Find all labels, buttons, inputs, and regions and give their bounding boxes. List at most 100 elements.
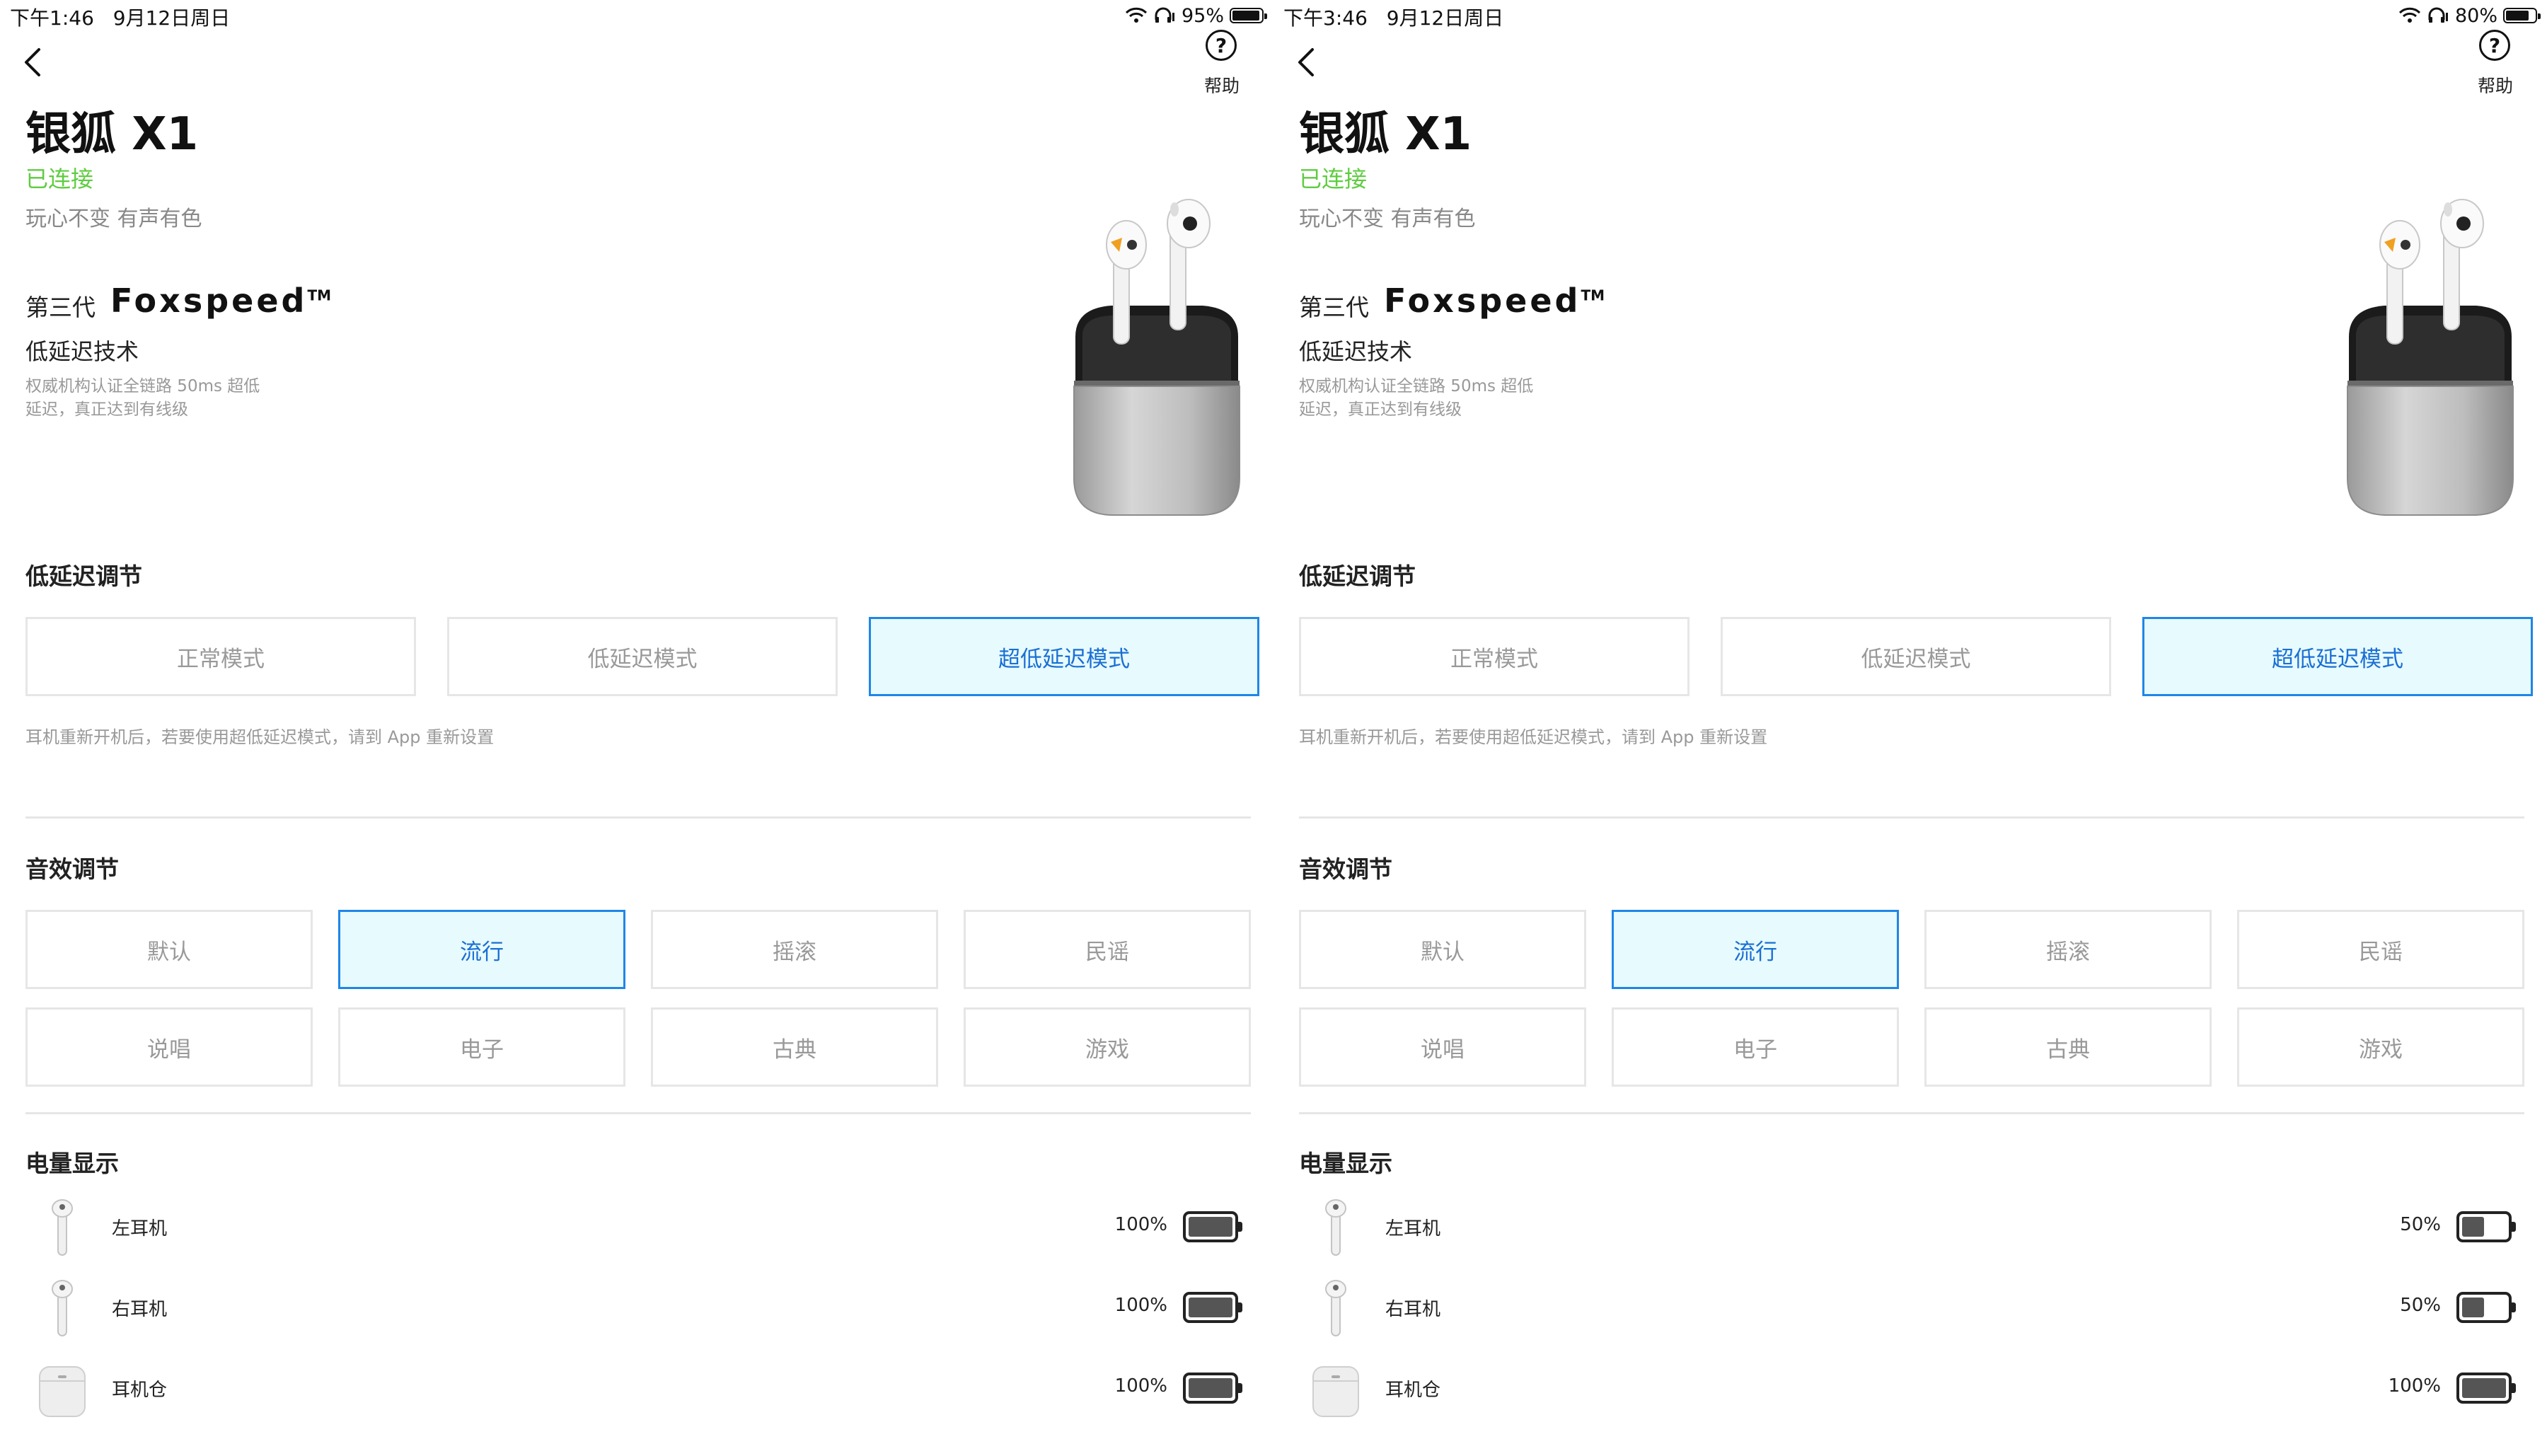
tech-description: 权威机构认证全链路 50ms 超低 延迟，真正达到有线级	[1299, 375, 1624, 422]
battery-row-right-earbud: 右耳机 50%	[1299, 1273, 2530, 1344]
foxspeed-logo: FoxspeedTM	[110, 282, 331, 320]
tech-title: 低延迟技术	[1299, 338, 1413, 365]
earbud-icon	[52, 1280, 73, 1336]
section-divider	[25, 1112, 1251, 1114]
latency-note: 耳机重新开机后，若要使用超低延迟模式，请到 App 重新设置	[25, 727, 495, 747]
eq-section-title: 音效调节	[25, 855, 119, 883]
earbud-icon	[52, 1199, 73, 1256]
battery-percent: 50%	[2400, 1295, 2441, 1316]
help-button[interactable]: ? 帮助	[2473, 28, 2519, 99]
earbuds-product-image	[2347, 199, 2514, 516]
eq-preset-pop[interactable]: 流行	[1612, 910, 1899, 989]
battery-row-left-earbud: 左耳机 100%	[25, 1193, 1257, 1264]
back-button[interactable]	[1289, 45, 1323, 79]
latency-mode-low[interactable]: 低延迟模式	[1721, 617, 2111, 696]
battery-row-charging-case: 耳机仓 100%	[1299, 1354, 2530, 1425]
battery-row-left-earbud: 左耳机 50%	[1299, 1193, 2530, 1264]
app-screen-left: 下午1:46 9月12日周日 95% ? 帮助 银狐 X1 已连接 玩心不变 有…	[0, 0, 1274, 1456]
eq-preset-rap[interactable]: 说唱	[25, 1007, 313, 1087]
wifi-icon	[1125, 7, 1148, 23]
trademark-mark: TM	[1581, 287, 1605, 304]
power-section-title: 电量显示	[1299, 1150, 1392, 1177]
help-label: 帮助	[1203, 76, 1240, 96]
eq-preset-electronic[interactable]: 电子	[1612, 1007, 1899, 1087]
battery-icon	[2456, 1373, 2516, 1404]
foxspeed-brand: Foxspeed	[1384, 282, 1581, 320]
status-bar-right: 95%	[1125, 3, 1267, 28]
latency-mode-ultra-low[interactable]: 超低延迟模式	[2142, 617, 2533, 696]
help-icon: ?	[2479, 30, 2510, 61]
battery-percent: 100%	[1114, 1295, 1167, 1316]
back-button[interactable]	[16, 45, 50, 79]
connection-status: 已连接	[1299, 166, 1368, 192]
eq-preset-default[interactable]: 默认	[25, 910, 313, 989]
status-battery-percent: 95%	[1181, 4, 1224, 27]
chevron-left-icon	[1298, 48, 1314, 76]
battery-device-label: 左耳机	[1385, 1218, 1441, 1240]
eq-preset-electronic[interactable]: 电子	[338, 1007, 625, 1087]
tech-title: 低延迟技术	[25, 338, 139, 365]
battery-device-label: 右耳机	[1385, 1299, 1441, 1320]
tech-description: 权威机构认证全链路 50ms 超低 延迟，真正达到有线级	[25, 375, 351, 422]
help-icon: ?	[1206, 30, 1237, 61]
section-divider	[1299, 816, 2524, 819]
headphones-icon	[2428, 7, 2448, 23]
device-name: 银狐 X1	[1299, 108, 1472, 161]
battery-device-label: 耳机仓	[1385, 1380, 1441, 1401]
latency-mode-low[interactable]: 低延迟模式	[447, 617, 838, 696]
latency-note: 耳机重新开机后，若要使用超低延迟模式，请到 App 重新设置	[1299, 727, 1768, 747]
connection-status: 已连接	[25, 166, 94, 192]
help-button[interactable]: ? 帮助	[1200, 28, 1245, 99]
earbud-icon	[1325, 1280, 1346, 1336]
eq-preset-default[interactable]: 默认	[1299, 910, 1586, 989]
eq-preset-pop[interactable]: 流行	[338, 910, 625, 989]
device-name: 银狐 X1	[25, 108, 199, 161]
battery-device-label: 右耳机	[112, 1299, 168, 1320]
battery-icon	[1183, 1292, 1242, 1323]
battery-icon	[2456, 1211, 2516, 1242]
tech-desc-line: 权威机构认证全链路 50ms 超低	[1299, 377, 1534, 395]
headphones-icon	[1155, 7, 1174, 23]
tech-generation: 第三代	[1299, 294, 1369, 321]
battery-icon	[1183, 1211, 1242, 1242]
power-section-title: 电量显示	[25, 1150, 119, 1177]
battery-row-charging-case: 耳机仓 100%	[25, 1354, 1257, 1425]
eq-preset-classical[interactable]: 古典	[1924, 1007, 2212, 1087]
status-date: 9月12日周日	[1386, 6, 1504, 30]
status-battery-icon	[2503, 8, 2541, 23]
status-time: 下午1:46	[10, 6, 94, 30]
status-bar-datetime: 下午3:46 9月12日周日	[1283, 3, 1503, 31]
wifi-icon	[2398, 7, 2421, 23]
tech-desc-line: 权威机构认证全链路 50ms 超低	[25, 377, 260, 395]
eq-preset-rock[interactable]: 摇滚	[1924, 910, 2212, 989]
app-screen-right: 下午3:46 9月12日周日 80% ? 帮助 银狐 X1 已连接 玩心不变 有…	[1274, 0, 2547, 1456]
eq-preset-rock[interactable]: 摇滚	[651, 910, 938, 989]
device-slogan: 玩心不变 有声有色	[25, 207, 202, 231]
section-divider	[25, 816, 1251, 819]
eq-preset-rap[interactable]: 说唱	[1299, 1007, 1586, 1087]
foxspeed-brand: Foxspeed	[110, 282, 308, 320]
eq-section-title: 音效调节	[1299, 855, 1392, 883]
eq-preset-game[interactable]: 游戏	[2237, 1007, 2524, 1087]
charging-case-icon	[39, 1366, 86, 1417]
latency-section-title: 低延迟调节	[1299, 562, 1416, 590]
battery-icon	[2456, 1292, 2516, 1323]
battery-device-label: 左耳机	[112, 1218, 168, 1240]
tech-generation: 第三代	[25, 294, 96, 321]
battery-percent: 100%	[2388, 1375, 2441, 1397]
status-date: 9月12日周日	[112, 6, 231, 30]
status-bar-datetime: 下午1:46 9月12日周日	[10, 3, 230, 31]
chevron-left-icon	[25, 48, 40, 76]
status-time: 下午3:46	[1283, 6, 1368, 30]
latency-mode-normal[interactable]: 正常模式	[25, 617, 416, 696]
status-battery-icon	[1230, 8, 1267, 23]
latency-mode-ultra-low[interactable]: 超低延迟模式	[869, 617, 1259, 696]
eq-preset-folk[interactable]: 民谣	[2237, 910, 2524, 989]
eq-preset-game[interactable]: 游戏	[964, 1007, 1251, 1087]
status-bar-right: 80%	[2398, 3, 2541, 28]
battery-percent: 50%	[2400, 1214, 2441, 1235]
eq-preset-folk[interactable]: 民谣	[964, 910, 1251, 989]
latency-mode-normal[interactable]: 正常模式	[1299, 617, 1690, 696]
eq-preset-classical[interactable]: 古典	[651, 1007, 938, 1087]
tech-desc-line: 延迟，真正达到有线级	[1299, 400, 1462, 419]
